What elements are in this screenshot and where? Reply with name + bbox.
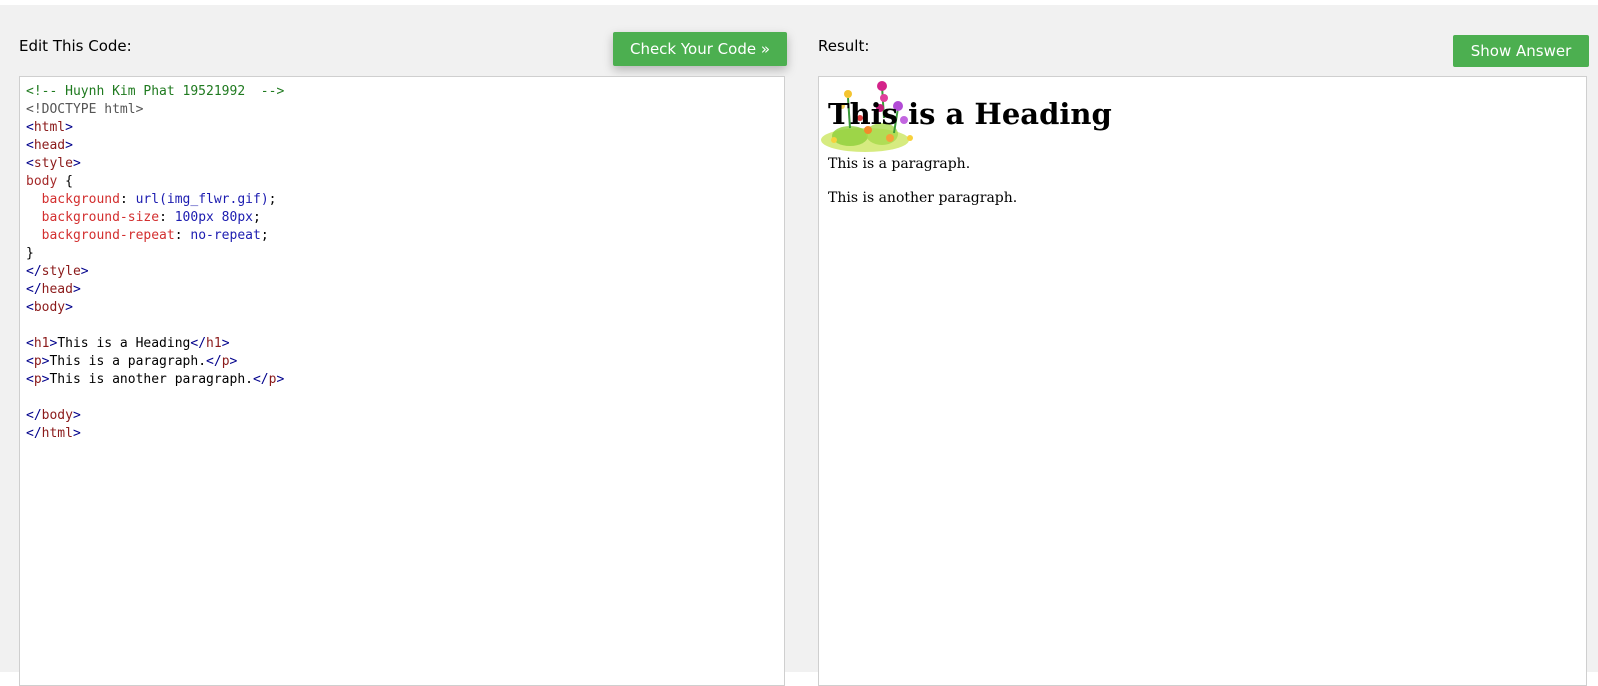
code-token: >	[72, 282, 81, 297]
code-line[interactable]: </style>	[26, 263, 284, 281]
code-line[interactable]: <!DOCTYPE html>	[26, 101, 284, 119]
code-token: </	[26, 264, 42, 279]
editor-title: Edit This Code:	[19, 37, 132, 55]
code-token: p	[33, 372, 42, 387]
code-token: background-size	[41, 210, 160, 225]
code-token: </	[190, 336, 207, 351]
code-token: ;	[268, 192, 277, 207]
code-token: h1	[33, 336, 50, 351]
code-token: This is another paragraph.	[49, 372, 253, 387]
code-line[interactable]: background-size: 100px 80px;	[26, 209, 284, 227]
code-token: body	[41, 408, 73, 423]
code-token: <	[26, 372, 34, 387]
code-token: >	[276, 372, 285, 387]
code-token: This is a paragraph.	[49, 354, 207, 369]
code-token: >	[72, 156, 81, 171]
code-token: ;	[260, 228, 269, 243]
code-line[interactable]: </head>	[26, 281, 284, 299]
code-token: body	[26, 174, 58, 189]
result-title: Result:	[818, 37, 870, 55]
code-token: head	[41, 282, 73, 297]
code-token: html	[33, 120, 66, 135]
code-token: >	[72, 408, 81, 423]
code-token: background-repeat	[41, 228, 175, 243]
code-line[interactable]: </html>	[26, 425, 284, 443]
code-token: <	[26, 336, 34, 351]
code-line[interactable]: <body>	[26, 299, 284, 317]
result-paragraph-1: This is a paragraph.	[828, 156, 971, 172]
code-token: style	[41, 264, 81, 279]
code-token: style	[33, 156, 73, 171]
code-token: <	[26, 120, 34, 135]
show-answer-button[interactable]: Show Answer	[1453, 35, 1589, 67]
code-token: <!DOCTYPE html>	[26, 102, 144, 117]
result-paragraph-2: This is another paragraph.	[828, 190, 1018, 206]
code-token: <!-- Huynh Kim Phat 19521992 -->	[26, 84, 285, 99]
code-token: :	[119, 192, 136, 207]
code-line[interactable]: background: url(img_flwr.gif);	[26, 191, 284, 209]
code-token: <	[26, 156, 34, 171]
code-line[interactable]: body {	[26, 173, 284, 191]
code-line[interactable]: }	[26, 245, 284, 263]
code-token: >	[65, 120, 73, 135]
code-token: url(img_flwr.gif)	[135, 192, 269, 207]
code-token: >	[229, 354, 238, 369]
code-token: >	[65, 138, 73, 153]
code-token: >	[80, 264, 89, 279]
code-token: <	[26, 300, 34, 315]
code-token: :	[159, 210, 175, 225]
code-line[interactable]: <html>	[26, 119, 284, 137]
tryit-page: Edit This Code: Check Your Code » <!-- H…	[0, 5, 1598, 686]
code-token: }	[26, 246, 34, 261]
code-line[interactable]: <style>	[26, 155, 284, 173]
code-line[interactable]: <head>	[26, 137, 284, 155]
code-token: no-repeat	[190, 228, 261, 243]
code-token: </	[26, 282, 42, 297]
code-token: </	[26, 426, 42, 441]
code-token: background	[41, 192, 120, 207]
code-token: h1	[206, 336, 222, 351]
code-token: >	[65, 300, 73, 315]
code-line[interactable]: <p>This is another paragraph.</p>	[26, 371, 284, 389]
code-content[interactable]: <!-- Huynh Kim Phat 19521992 --> <!DOCTYP…	[26, 83, 284, 443]
code-token: >	[221, 336, 230, 351]
code-token: This is a Heading	[57, 336, 191, 351]
code-token: >	[72, 426, 81, 441]
code-line[interactable]: <h1>This is a Heading</h1>	[26, 335, 284, 353]
result-heading: This is a Heading	[828, 97, 1112, 131]
code-token: </	[206, 354, 222, 369]
code-line[interactable]: <!-- Huynh Kim Phat 19521992 -->	[26, 83, 284, 101]
code-token: p	[221, 354, 230, 369]
code-token: 100px 80px	[174, 210, 253, 225]
code-line[interactable]: <p>This is a paragraph.</p>	[26, 353, 284, 371]
code-line[interactable]: </body>	[26, 407, 284, 425]
code-token: :	[174, 228, 191, 243]
code-line[interactable]	[26, 317, 284, 335]
result-frame: This is a Heading This is a paragraph. T…	[818, 76, 1587, 686]
code-token: </	[26, 408, 42, 423]
code-token: </	[252, 372, 269, 387]
code-line[interactable]	[26, 389, 284, 407]
code-token: p	[33, 354, 42, 369]
code-token: head	[33, 138, 66, 153]
code-token: <	[26, 138, 34, 153]
code-token: body	[33, 300, 66, 315]
code-token: {	[57, 174, 73, 189]
code-token: <	[26, 354, 34, 369]
code-editor[interactable]: <!-- Huynh Kim Phat 19521992 --> <!DOCTYP…	[19, 76, 785, 686]
code-token: html	[41, 426, 73, 441]
check-your-code-button[interactable]: Check Your Code »	[613, 32, 787, 66]
code-token: ;	[253, 210, 261, 225]
code-line[interactable]: background-repeat: no-repeat;	[26, 227, 284, 245]
